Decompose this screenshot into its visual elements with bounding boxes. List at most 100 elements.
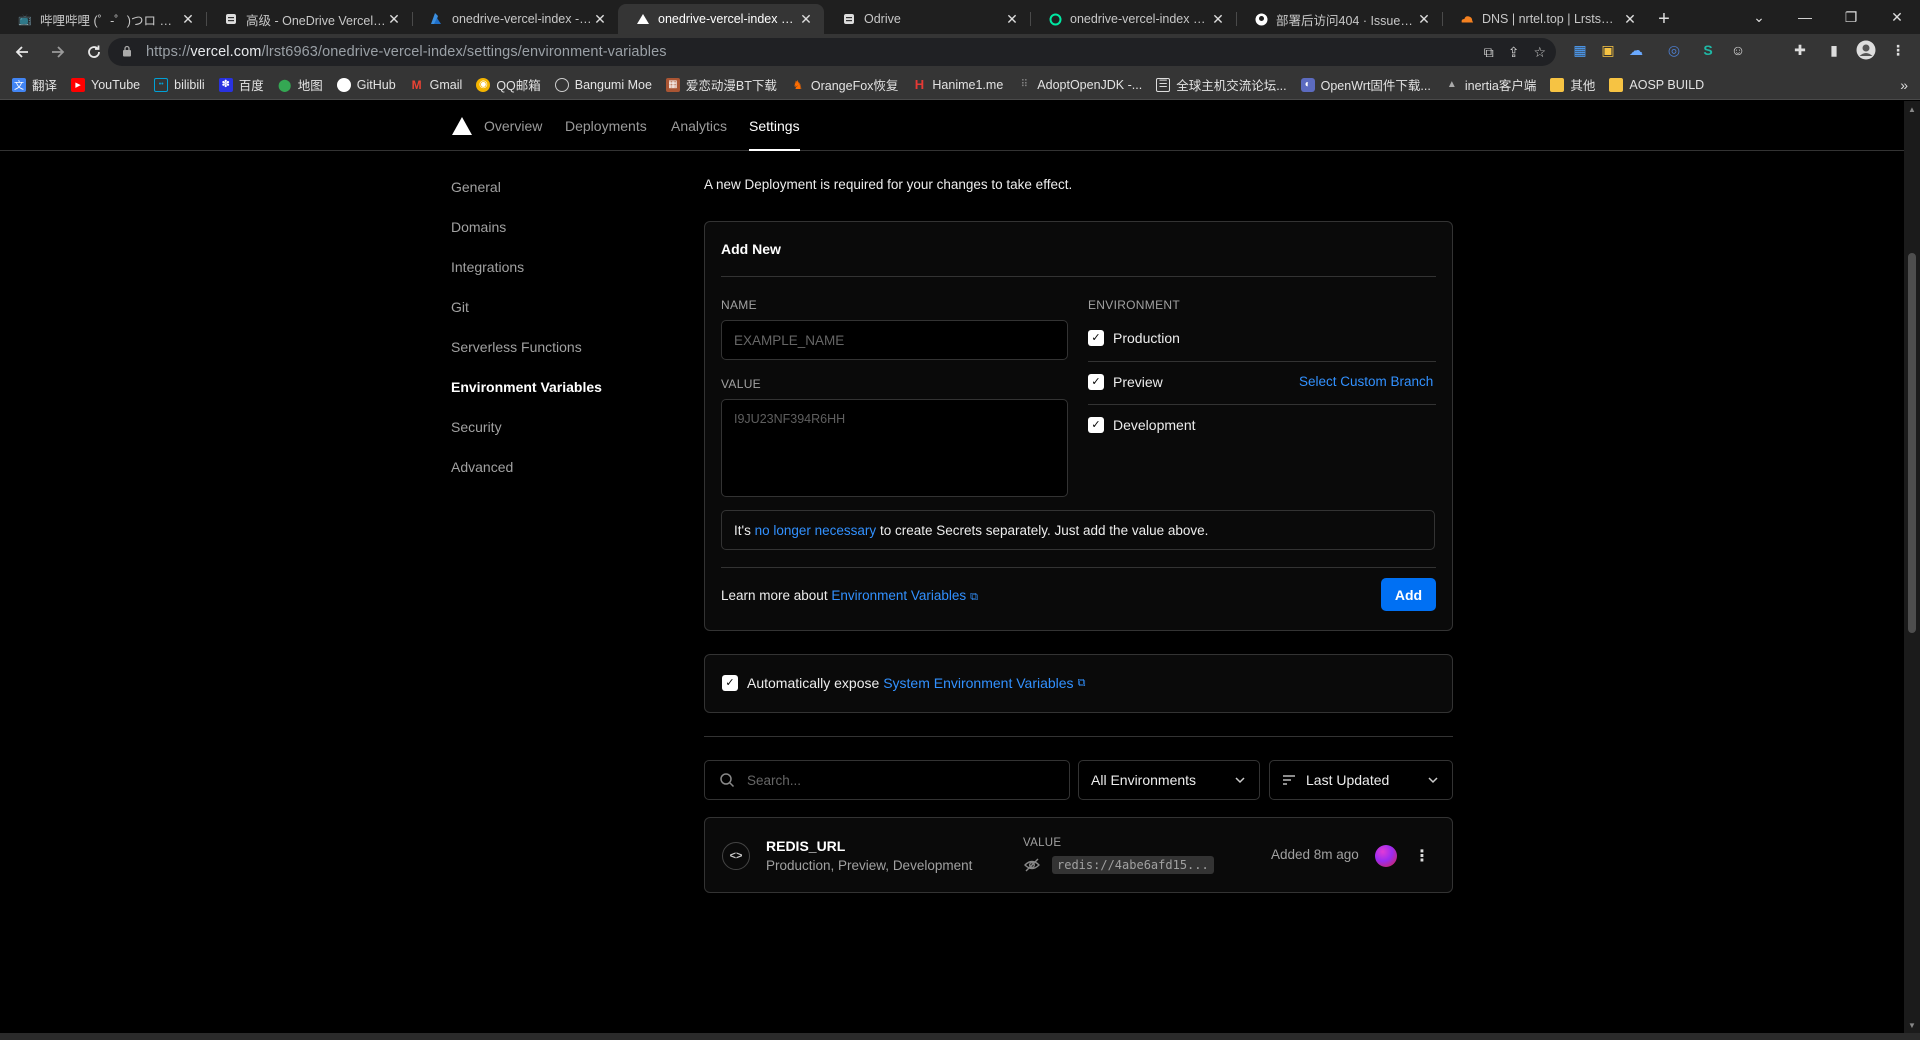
bookmark-item[interactable]: ▦ 爱恋动漫BT下载	[665, 75, 777, 94]
browser-tab-azure[interactable]: onedrive-vercel-index - Microsoft Azure …	[412, 4, 618, 34]
bookmark-item[interactable]: Bangumi Moe	[554, 77, 652, 92]
browser-tab-github-issue[interactable]: 部署后访问404 · Issue #6 ✕	[1236, 4, 1442, 34]
variable-environments: Production, Preview, Development	[766, 858, 973, 873]
tab-title: DNS | nrtel.top | Lrsts@outlook.com	[1482, 12, 1622, 26]
sidebar-item-git[interactable]: Git	[451, 299, 469, 315]
new-tab-button[interactable]: +	[1648, 4, 1680, 34]
bookmark-item[interactable]: ☰ 全球主机交流论坛...	[1156, 75, 1287, 94]
minimize-window-icon[interactable]: —	[1782, 0, 1828, 34]
browser-tab-odrive[interactable]: Odrive ✕	[824, 4, 1030, 34]
side-panel-icon[interactable]: ▮	[1822, 38, 1846, 62]
vercel-logo-icon[interactable]	[452, 117, 472, 135]
browser-tab-vercel-settings[interactable]: onedrive-vercel-index – Settings ✕	[618, 4, 824, 34]
restore-window-icon[interactable]: ❐	[1828, 0, 1874, 34]
profile-avatar-icon[interactable]	[1854, 38, 1878, 62]
browser-tab-cloudflare[interactable]: DNS | nrtel.top | Lrsts@outlook.com ✕	[1442, 4, 1648, 34]
sidebar-item-integrations[interactable]: Integrations	[451, 259, 524, 275]
sidebar-item-environment-variables[interactable]: Environment Variables	[451, 379, 602, 395]
env-preview-checkbox[interactable]: ✓ Preview	[1088, 372, 1163, 392]
sort-select[interactable]: Last Updated	[1269, 760, 1453, 800]
address-bar[interactable]: https://vercel.com/lrst6963/onedrive-ver…	[108, 38, 1556, 66]
close-tab-icon[interactable]: ✕	[1210, 11, 1226, 28]
section-divider	[704, 736, 1453, 737]
bookmark-folder[interactable]: AOSP BUILD	[1609, 77, 1704, 92]
bookmark-item[interactable]: ⬤ 地图	[278, 75, 323, 94]
tab-settings[interactable]: Settings	[749, 101, 800, 151]
close-tab-icon[interactable]: ✕	[1004, 11, 1020, 28]
browser-tab-upstash[interactable]: onedrive-vercel-index – Redis ✕	[1030, 4, 1236, 34]
gmail-icon: M	[411, 77, 422, 92]
name-input[interactable]: EXAMPLE_NAME	[721, 320, 1068, 360]
browser-menu-icon[interactable]: ⋮	[1886, 38, 1910, 62]
sidebar-item-security[interactable]: Security	[451, 419, 502, 435]
env-production-checkbox[interactable]: ✓ Production	[1088, 328, 1180, 348]
translate-page-icon[interactable]: ⧉	[1484, 44, 1494, 61]
reload-button[interactable]	[76, 36, 112, 68]
environment-variables-docs-link[interactable]: Environment Variables	[831, 588, 966, 603]
bookmarks-overflow-icon[interactable]: »	[1900, 70, 1908, 100]
environment-filter-select[interactable]: All Environments	[1078, 760, 1260, 800]
scrollbar-thumb[interactable]	[1908, 253, 1916, 633]
scroll-up-icon[interactable]: ▲	[1904, 101, 1920, 117]
tab-search-icon[interactable]: ⌄	[1736, 0, 1782, 34]
back-button[interactable]	[4, 36, 40, 68]
divider	[721, 567, 1436, 568]
close-tab-icon[interactable]: ✕	[592, 11, 608, 28]
close-window-icon[interactable]: ✕	[1874, 0, 1920, 34]
bookmark-item[interactable]: ▲ inertia客户端	[1445, 75, 1537, 94]
env-development-checkbox[interactable]: ✓ Development	[1088, 415, 1196, 435]
system-environment-variables-link[interactable]: System Environment Variables	[883, 675, 1073, 691]
close-tab-icon[interactable]: ✕	[798, 11, 814, 28]
value-textarea[interactable]: I9JU23NF394R6HH	[721, 399, 1068, 497]
share-icon[interactable]: ⇪	[1508, 44, 1520, 61]
forward-button[interactable]	[40, 36, 76, 68]
select-custom-branch-link[interactable]: Select Custom Branch	[1299, 374, 1433, 389]
close-tab-icon[interactable]: ✕	[180, 11, 196, 28]
variable-value[interactable]: redis://4abe6afd15...	[1052, 856, 1214, 874]
add-button[interactable]: Add	[1381, 578, 1436, 611]
extension-globe-icon[interactable]: ◎	[1662, 38, 1686, 62]
browser-tab-strip: 📺 哔哩哔哩 (゜-゜)つロ 干杯~-bilibili ✕ 高级 - OneDr…	[0, 0, 1920, 34]
bookmark-item[interactable]: ◉ QQ邮箱	[476, 75, 541, 94]
no-longer-necessary-link[interactable]: no longer necessary	[755, 523, 877, 538]
more-options-icon[interactable]: ⋮	[1413, 845, 1431, 867]
extension-avatar-icon[interactable]: ☺	[1726, 38, 1750, 62]
tab-title: Odrive	[864, 12, 901, 26]
bookmark-item[interactable]: ▶ YouTube	[71, 77, 140, 92]
expose-system-env-checkbox[interactable]: ✓ Automatically expose System Environmen…	[722, 675, 1085, 691]
close-tab-icon[interactable]: ✕	[386, 11, 402, 28]
bookmark-item[interactable]: •• bilibili	[154, 77, 205, 92]
tab-deployments[interactable]: Deployments	[565, 101, 647, 151]
forum-icon: ☰	[1156, 77, 1171, 92]
sidebar-item-domains[interactable]: Domains	[451, 219, 506, 235]
search-input[interactable]: Search...	[704, 760, 1070, 800]
scroll-down-icon[interactable]: ▼	[1904, 1017, 1920, 1033]
bookmark-folder[interactable]: 其他	[1550, 75, 1595, 94]
extension-cloud-icon[interactable]: ☁	[1624, 38, 1648, 62]
bookmark-item[interactable]: ♞ OrangeFox恢复	[791, 75, 898, 94]
browser-tab-onedrive-advanced[interactable]: 高级 - OneDrive Vercel Index ✕	[206, 4, 412, 34]
bookmark-item[interactable]: ✽ 百度	[218, 75, 264, 94]
bookmark-item[interactable]: ◐ OpenWrt固件下载...	[1300, 75, 1431, 94]
close-tab-icon[interactable]: ✕	[1416, 11, 1432, 28]
address-bar-actions: ⧉ ⇪ ☆	[1484, 38, 1546, 66]
close-tab-icon[interactable]: ✕	[1622, 11, 1638, 28]
bookmark-item[interactable]: 文翻译	[12, 75, 57, 94]
extension-grid-icon[interactable]: ▦	[1568, 38, 1592, 62]
sidebar-item-serverless-functions[interactable]: Serverless Functions	[451, 339, 582, 355]
bookmark-item[interactable]: H Hanime1.me	[912, 77, 1004, 92]
tab-overview[interactable]: Overview	[484, 101, 542, 151]
sidebar-item-advanced[interactable]: Advanced	[451, 459, 513, 475]
eye-off-icon[interactable]	[1023, 856, 1041, 874]
browser-tab-bilibili[interactable]: 📺 哔哩哔哩 (゜-゜)つロ 干杯~-bilibili ✕	[0, 4, 206, 34]
bookmark-item[interactable]: GitHub	[336, 77, 396, 92]
extension-badge-icon[interactable]: ▣	[1596, 38, 1620, 62]
bookmark-item[interactable]: M Gmail	[410, 78, 463, 92]
sidebar-item-general[interactable]: General	[451, 179, 501, 195]
extensions-puzzle-icon[interactable]: ✚	[1788, 38, 1812, 62]
tab-analytics[interactable]: Analytics	[671, 101, 727, 151]
bookmark-item[interactable]: ⠿ AdoptOpenJDK -...	[1017, 78, 1143, 92]
extension-s-icon[interactable]: S	[1696, 38, 1720, 62]
bookmark-star-icon[interactable]: ☆	[1533, 44, 1546, 61]
page-scrollbar[interactable]: ▲ ▼	[1904, 101, 1920, 1033]
